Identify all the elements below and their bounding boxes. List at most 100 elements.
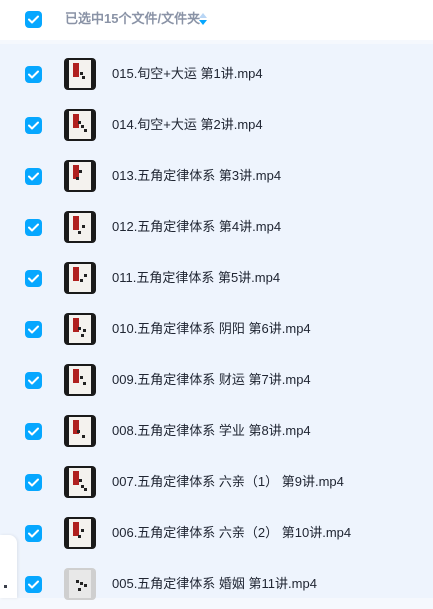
file-checkbox[interactable] xyxy=(25,423,42,440)
check-icon xyxy=(28,274,39,283)
thumbnail-mark xyxy=(78,121,81,124)
video-thumbnail xyxy=(64,109,96,141)
check-icon xyxy=(28,580,39,589)
file-name[interactable]: 012.五角定律体系 第4讲.mp4 xyxy=(112,218,281,235)
file-name[interactable]: 006.五角定律体系 六亲（2） 第10讲.mp4 xyxy=(112,524,351,541)
file-row[interactable]: 014.旬空+大运 第2讲.mp4 xyxy=(0,99,433,150)
thumbnail-mark xyxy=(83,329,86,332)
file-checkbox[interactable] xyxy=(25,321,42,338)
thumbnail-mark xyxy=(81,529,84,532)
file-row[interactable]: 009.五角定律体系 财运 第7讲.mp4 xyxy=(0,354,433,405)
file-checkbox[interactable] xyxy=(25,576,42,593)
thumbnail-mark xyxy=(80,582,83,585)
file-name[interactable]: 007.五角定律体系 六亲（1） 第9讲.mp4 xyxy=(112,473,344,490)
file-name[interactable]: 015.旬空+大运 第1讲.mp4 xyxy=(112,65,263,82)
video-thumbnail xyxy=(64,517,96,549)
file-name[interactable]: 009.五角定律体系 财运 第7讲.mp4 xyxy=(112,371,311,388)
check-icon xyxy=(28,325,39,334)
check-icon xyxy=(28,427,39,436)
file-checkbox[interactable] xyxy=(25,168,42,185)
thumbnail-mark xyxy=(81,334,84,337)
thumbnail-paper xyxy=(69,366,91,394)
thumbnail-mark xyxy=(77,430,80,433)
file-checkbox[interactable] xyxy=(25,66,42,83)
video-thumbnail xyxy=(64,58,96,90)
thumbnail-paper xyxy=(69,519,91,547)
thumbnail-mark xyxy=(80,376,83,379)
sort-icon[interactable] xyxy=(198,12,208,26)
file-checkbox[interactable] xyxy=(25,525,42,542)
file-checkbox[interactable] xyxy=(25,372,42,389)
file-row[interactable]: 015.旬空+大运 第1讲.mp4 xyxy=(0,48,433,99)
thumbnail-paper xyxy=(69,468,91,496)
thumbnail-mark xyxy=(78,231,81,234)
thumbnail-mark xyxy=(82,225,85,228)
side-tab-mark xyxy=(4,585,7,588)
thumbnail-mark xyxy=(78,535,81,538)
video-thumbnail xyxy=(64,364,96,396)
file-row[interactable]: 005.五角定律体系 婚姻 第11讲.mp4 xyxy=(0,558,433,609)
check-icon xyxy=(28,121,39,130)
thumbnail-mark xyxy=(79,479,82,482)
file-row[interactable]: 006.五角定律体系 六亲（2） 第10讲.mp4 xyxy=(0,507,433,558)
file-name[interactable]: 010.五角定律体系 阴阳 第6讲.mp4 xyxy=(112,320,311,337)
thumbnail-mark xyxy=(79,170,82,173)
thumbnail-accent xyxy=(73,522,79,536)
check-icon xyxy=(28,478,39,487)
check-icon xyxy=(28,172,39,181)
file-name[interactable]: 008.五角定律体系 学业 第8讲.mp4 xyxy=(112,422,311,439)
thumbnail-mark xyxy=(82,435,85,438)
select-all-checkbox[interactable] xyxy=(25,11,42,28)
thumbnail-accent xyxy=(73,63,79,77)
thumbnail-accent xyxy=(73,267,79,281)
thumbnail-mark xyxy=(78,588,81,591)
file-checkbox[interactable] xyxy=(25,117,42,134)
file-checkbox[interactable] xyxy=(25,219,42,236)
thumbnail-paper xyxy=(69,570,91,598)
thumbnail-paper xyxy=(69,60,91,88)
selection-count-label: 已选中15个文件/文件夹 xyxy=(65,11,201,26)
video-thumbnail xyxy=(64,211,96,243)
file-row[interactable]: 007.五角定律体系 六亲（1） 第9讲.mp4 xyxy=(0,456,433,507)
video-thumbnail xyxy=(64,313,96,345)
thumbnail-paper xyxy=(69,213,91,241)
thumbnail-mark xyxy=(84,488,87,491)
thumbnail-mark xyxy=(80,279,83,282)
file-row[interactable]: 008.五角定律体系 学业 第8讲.mp4 xyxy=(0,405,433,456)
thumbnail-paper xyxy=(69,315,91,343)
check-icon xyxy=(28,529,39,538)
thumbnail-accent xyxy=(73,369,79,383)
file-row[interactable]: 011.五角定律体系 第5讲.mp4 xyxy=(0,252,433,303)
file-checkbox[interactable] xyxy=(25,474,42,491)
file-name[interactable]: 011.五角定律体系 第5讲.mp4 xyxy=(112,269,280,286)
check-icon xyxy=(28,376,39,385)
file-name[interactable]: 013.五角定律体系 第3讲.mp4 xyxy=(112,167,281,184)
thumbnail-mark xyxy=(80,72,83,75)
thumbnail-paper xyxy=(69,264,91,292)
file-name[interactable]: 005.五角定律体系 婚姻 第11讲.mp4 xyxy=(112,575,317,592)
thumbnail-mark xyxy=(82,76,85,79)
video-thumbnail xyxy=(64,466,96,498)
thumbnail-paper xyxy=(69,417,91,445)
video-thumbnail xyxy=(64,262,96,294)
thumbnail-mark xyxy=(76,177,79,180)
thumbnail-paper xyxy=(69,111,91,139)
thumbnail-mark xyxy=(84,584,87,587)
file-checkbox[interactable] xyxy=(25,270,42,287)
thumbnail-mark xyxy=(83,382,86,385)
video-thumbnail xyxy=(64,160,96,192)
video-thumbnail xyxy=(64,415,96,447)
file-row[interactable]: 012.五角定律体系 第4讲.mp4 xyxy=(0,201,433,252)
check-icon xyxy=(28,223,39,232)
check-icon xyxy=(28,70,39,79)
thumbnail-accent xyxy=(73,216,79,230)
file-row[interactable]: 013.五角定律体系 第3讲.mp4 xyxy=(0,150,433,201)
file-list: 015.旬空+大运 第1讲.mp4 014.旬空+大运 第2讲.mp4 013.五角… xyxy=(0,44,433,600)
side-panel-tab[interactable] xyxy=(0,535,17,598)
thumbnail-mark xyxy=(84,129,87,132)
file-name[interactable]: 014.旬空+大运 第2讲.mp4 xyxy=(112,116,263,133)
file-row[interactable]: 010.五角定律体系 阴阳 第6讲.mp4 xyxy=(0,303,433,354)
video-thumbnail xyxy=(64,568,96,600)
thumbnail-accent xyxy=(73,471,79,485)
thumbnail-mark xyxy=(81,125,84,128)
